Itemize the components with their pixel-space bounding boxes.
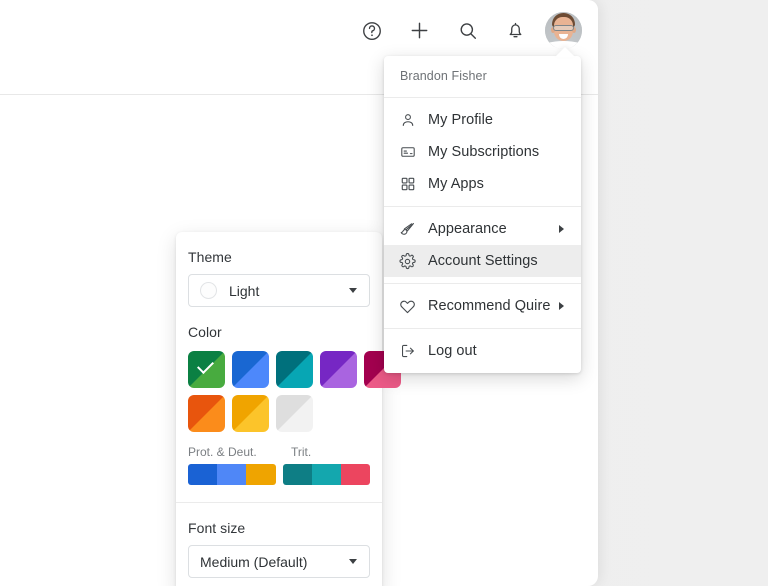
color-swatch-blue[interactable] [232, 351, 269, 388]
menu-item-label: My Profile [428, 112, 493, 128]
brush-icon [399, 221, 416, 238]
colorblind-label-prot-deut: Prot. & Deut. [188, 445, 257, 459]
menu-item-my-subscriptions[interactable]: My Subscriptions [384, 136, 581, 168]
card-icon [399, 144, 416, 161]
chevron-right-icon [559, 302, 564, 310]
menu-group: My Profile My Subscriptions My Apps [384, 98, 581, 206]
menu-group: Appearance Account Settings [384, 206, 581, 283]
menu-group: Log out [384, 328, 581, 373]
menu-group: Recommend Quire [384, 283, 581, 328]
prot-deut-bar[interactable] [188, 464, 276, 485]
menu-item-label: Appearance [428, 221, 507, 237]
help-icon[interactable] [353, 12, 390, 49]
colorblind-label-row: Prot. & Deut. Trit. [188, 432, 370, 459]
menu-groups: My Profile My Subscriptions My Apps Appeara… [384, 98, 581, 373]
prot-deut-bar-segment-1 [188, 464, 218, 485]
trit-bar-segment-2 [311, 464, 341, 485]
plus-icon[interactable] [401, 12, 438, 49]
font-size-select-value: Medium (Default) [200, 553, 308, 570]
theme-section: Theme Light [176, 232, 382, 307]
colorblind-palette-row [188, 459, 370, 485]
menu-item-label: My Apps [428, 176, 484, 192]
color-swatch-orange[interactable] [188, 395, 225, 432]
color-swatch-grid [188, 349, 401, 432]
chevron-down-icon [349, 559, 357, 564]
color-label: Color [188, 324, 222, 340]
theme-swatch-icon [200, 282, 217, 299]
theme-label: Theme [188, 249, 232, 265]
color-swatch-teal[interactable] [276, 351, 313, 388]
toolbar [353, 12, 582, 49]
menu-item-label: Log out [428, 343, 477, 359]
heart-icon [399, 298, 416, 315]
color-swatch-grey[interactable] [276, 395, 313, 432]
menu-item-label: My Subscriptions [428, 144, 540, 160]
font-size-label: Font size [188, 520, 246, 536]
color-swatch-amber[interactable] [232, 395, 269, 432]
menu-item-appearance[interactable]: Appearance [384, 213, 581, 245]
menu-item-my-profile[interactable]: My Profile [384, 104, 581, 136]
grid-icon [399, 176, 416, 193]
bell-icon[interactable] [497, 12, 534, 49]
font-size-section: Font size Medium (Default) [176, 503, 382, 578]
trit-bar-segment-3 [340, 464, 370, 485]
avatar[interactable] [545, 12, 582, 49]
menu-item-account-settings[interactable]: Account Settings [384, 245, 581, 277]
gear-icon [399, 252, 416, 270]
trit-bar[interactable] [282, 464, 370, 485]
theme-select[interactable]: Light [188, 274, 370, 307]
check-icon [197, 357, 214, 374]
prot-deut-bar-segment-3 [246, 464, 276, 485]
font-size-select[interactable]: Medium (Default) [188, 545, 370, 578]
color-swatch-purple[interactable] [320, 351, 357, 388]
dropdown-caret [555, 47, 575, 57]
color-section: Color Prot. & Deut. Trit. [176, 307, 401, 485]
colorblind-label-trit: Trit. [291, 445, 312, 459]
menu-item-my-apps[interactable]: My Apps [384, 168, 581, 200]
menu-item-label: Account Settings [428, 253, 538, 269]
avatar-glasses [553, 25, 574, 31]
logout-icon [399, 343, 416, 360]
search-icon[interactable] [449, 12, 486, 49]
appearance-panel: Theme Light Color Prot. & Deut. Trit. Fo… [176, 232, 401, 586]
prot-deut-bar-segment-2 [217, 464, 247, 485]
user-icon [399, 112, 416, 129]
menu-item-recommend-quire[interactable]: Recommend Quire [384, 290, 581, 322]
menu-username: Brandon Fisher [384, 56, 581, 98]
menu-item-label: Recommend Quire [428, 298, 551, 314]
menu-item-log-out[interactable]: Log out [384, 335, 581, 367]
color-swatch-green[interactable] [188, 351, 225, 388]
theme-select-value: Light [229, 282, 260, 299]
profile-dropdown-menu: Brandon Fisher My Profile My Subscription… [384, 47, 581, 373]
chevron-right-icon [559, 225, 564, 233]
trit-bar-segment-1 [282, 464, 312, 485]
chevron-down-icon [349, 288, 357, 293]
